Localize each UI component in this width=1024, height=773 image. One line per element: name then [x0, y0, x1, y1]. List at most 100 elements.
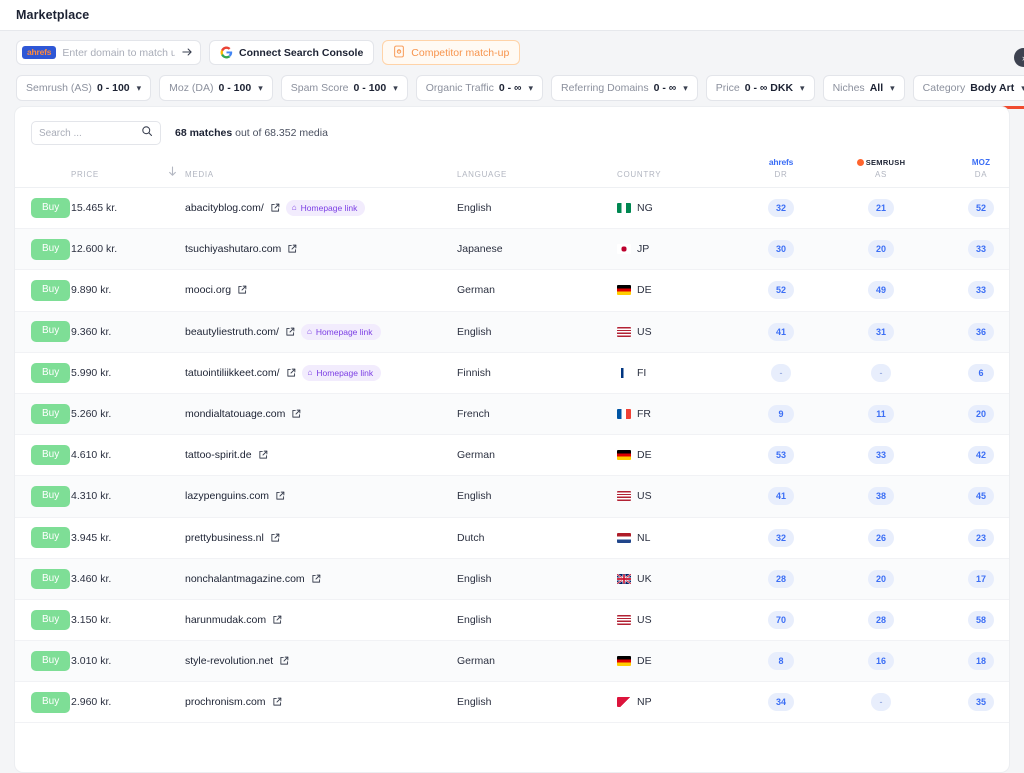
- table-row[interactable]: Buy 3.945 kr. prettybusiness.nl Dutch NL 32 26…: [15, 517, 1009, 559]
- search-input-placeholder[interactable]: Search ...: [39, 128, 141, 139]
- da-metric: 6: [968, 363, 994, 382]
- match-total: out of 68.352 media: [235, 127, 328, 139]
- buy-button[interactable]: Buy: [31, 486, 71, 507]
- dr-metric: 32: [768, 528, 794, 547]
- buy-button[interactable]: Buy: [31, 527, 71, 548]
- table-row[interactable]: Buy 5.990 kr. tatuointiliikkeet.com/ ⌂ Homep…: [15, 352, 1009, 394]
- competitor-matchup-label: Competitor match-up: [411, 46, 510, 59]
- external-link-icon[interactable]: [279, 656, 289, 666]
- media-domain[interactable]: prochronism.com: [185, 696, 266, 708]
- as-metric: -: [871, 363, 891, 382]
- external-link-icon[interactable]: [287, 244, 297, 254]
- external-link-icon[interactable]: [270, 203, 280, 213]
- header-media[interactable]: MEDIA: [185, 157, 457, 188]
- filter-semrush-as[interactable]: Semrush (AS) 0 - 100 ▾: [16, 75, 152, 101]
- buy-button[interactable]: Buy: [31, 280, 71, 301]
- spacer-cell: [159, 269, 185, 312]
- external-link-icon[interactable]: [270, 533, 280, 543]
- media-domain[interactable]: mooci.org: [185, 284, 231, 296]
- buy-button[interactable]: Buy: [31, 239, 71, 260]
- table-row[interactable]: Buy 9.360 kr. beautyliestruth.com/ ⌂ Homepag…: [15, 311, 1009, 353]
- price-cell: 3.460 kr.: [71, 558, 159, 600]
- table-row[interactable]: Buy 9.890 kr. mooci.org German DE 52 49 33: [15, 269, 1009, 312]
- buy-button[interactable]: Buy: [31, 321, 71, 342]
- external-link-icon[interactable]: [272, 615, 282, 625]
- media-domain[interactable]: tattoo-spirit.de: [185, 449, 252, 461]
- header-da[interactable]: MOZ DA: [931, 157, 1009, 188]
- sort-arrow-down-icon[interactable]: [159, 157, 185, 188]
- header-dr[interactable]: ahrefs DR: [731, 157, 831, 188]
- country-code: NG: [637, 202, 653, 215]
- table-row[interactable]: Buy 4.610 kr. tattoo-spirit.de German DE 53 33…: [15, 434, 1009, 477]
- marketplace-table: PRICE MEDIA LANGUAGE COUNTRY ahrefs DR S…: [15, 157, 1009, 724]
- table-row[interactable]: Buy 15.465 kr. abacityblog.com/ ⌂ Homepage l…: [15, 187, 1009, 230]
- media-domain[interactable]: abacityblog.com/: [185, 202, 264, 214]
- external-link-icon[interactable]: [311, 574, 321, 584]
- competitor-matchup-button[interactable]: Competitor match-up: [382, 40, 521, 65]
- table-row[interactable]: Buy 3.010 kr. style-revolution.net German DE…: [15, 640, 1009, 683]
- spacer-cell: [159, 393, 185, 436]
- buy-button[interactable]: Buy: [31, 650, 71, 672]
- arrow-right-icon[interactable]: [181, 46, 193, 60]
- buy-button[interactable]: Buy: [31, 403, 71, 425]
- table-header: PRICE MEDIA LANGUAGE COUNTRY ahrefs DR S…: [15, 157, 1009, 188]
- buy-button[interactable]: Buy: [31, 692, 71, 713]
- filter-organic-traffic[interactable]: Organic Traffic 0 - ∞ ▾: [415, 75, 544, 101]
- flag-icon: [617, 491, 631, 502]
- filter-spam-score[interactable]: Spam Score 0 - 100 ▾: [280, 75, 408, 101]
- media-domain[interactable]: tatuointiliikkeet.com/: [185, 367, 280, 379]
- filter-category[interactable]: Category Body Art ▾: [912, 75, 1024, 109]
- media-domain[interactable]: style-revolution.net: [185, 655, 273, 667]
- filter-value: 0 - ∞: [498, 82, 522, 94]
- flag-icon: [616, 573, 632, 585]
- domain-matchup-input[interactable]: ahrefs Enter domain to match up...: [16, 40, 201, 65]
- header-as[interactable]: SEMRUSH AS: [831, 157, 931, 188]
- filter-label: Organic Traffic: [425, 82, 494, 94]
- buy-cell: Buy: [15, 517, 71, 559]
- filter-price[interactable]: Price 0 - ∞ DKK ▾: [705, 75, 815, 101]
- media-domain[interactable]: nonchalantmagazine.com: [185, 573, 305, 585]
- filter-moz-da[interactable]: Moz (DA) 0 - 100 ▾: [159, 75, 273, 101]
- da-metric-cell: 36: [931, 311, 1009, 353]
- table-row[interactable]: Buy 2.960 kr. prochronism.com English NP 34 - 3…: [15, 681, 1009, 724]
- buy-button[interactable]: Buy: [31, 444, 71, 466]
- media-domain[interactable]: beautyliestruth.com/: [185, 326, 279, 338]
- table-row[interactable]: Buy 3.460 kr. nonchalantmagazine.com Englis…: [15, 558, 1009, 600]
- buy-button[interactable]: Buy: [31, 362, 71, 384]
- connect-search-console-button[interactable]: Connect Search Console: [209, 40, 375, 65]
- media-domain[interactable]: lazypenguins.com: [185, 490, 269, 502]
- table-row[interactable]: Buy 12.600 kr. tsuchiyashutaro.com Japanese…: [15, 228, 1009, 271]
- language-cell: English: [457, 681, 617, 724]
- media-domain[interactable]: harunmudak.com: [185, 614, 266, 626]
- external-link-icon[interactable]: [285, 327, 295, 337]
- header-language[interactable]: LANGUAGE: [457, 157, 617, 188]
- flag-icon: [617, 450, 631, 461]
- header-country[interactable]: COUNTRY: [617, 157, 731, 188]
- external-link-icon[interactable]: [291, 409, 301, 419]
- external-link-icon[interactable]: [237, 285, 247, 295]
- country-code: NL: [637, 531, 651, 544]
- filter-niches[interactable]: Niches All ▾: [822, 75, 905, 101]
- external-link-icon[interactable]: [286, 368, 296, 378]
- search-input[interactable]: Search ...: [31, 121, 161, 145]
- table-row[interactable]: Buy 3.150 kr. harunmudak.com English US 70 28 5…: [15, 599, 1009, 642]
- filter-referring-domains[interactable]: Referring Domains 0 - ∞ ▾: [551, 75, 698, 101]
- buy-button[interactable]: Buy: [31, 197, 71, 219]
- buy-button[interactable]: Buy: [31, 609, 71, 631]
- spacer-cell: [159, 517, 185, 559]
- search-icon[interactable]: [141, 124, 153, 142]
- header-price[interactable]: PRICE: [71, 157, 159, 188]
- external-link-icon[interactable]: [272, 697, 282, 707]
- dr-metric-cell: 32: [731, 517, 831, 559]
- buy-button[interactable]: Buy: [31, 568, 71, 590]
- external-link-icon[interactable]: [258, 450, 268, 460]
- media-domain[interactable]: tsuchiyashutaro.com: [185, 243, 281, 255]
- domain-input-placeholder[interactable]: Enter domain to match up...: [62, 47, 175, 59]
- media-domain[interactable]: mondialtatouage.com: [185, 408, 285, 420]
- table-row[interactable]: Buy 4.310 kr. lazypenguins.com English US 41 3…: [15, 475, 1009, 518]
- as-metric-cell: -: [831, 681, 931, 724]
- home-icon: ⌂: [307, 367, 313, 377]
- external-link-icon[interactable]: [275, 491, 285, 501]
- table-row[interactable]: Buy 5.260 kr. mondialtatouage.com French FR 9…: [15, 393, 1009, 436]
- media-domain[interactable]: prettybusiness.nl: [185, 532, 264, 544]
